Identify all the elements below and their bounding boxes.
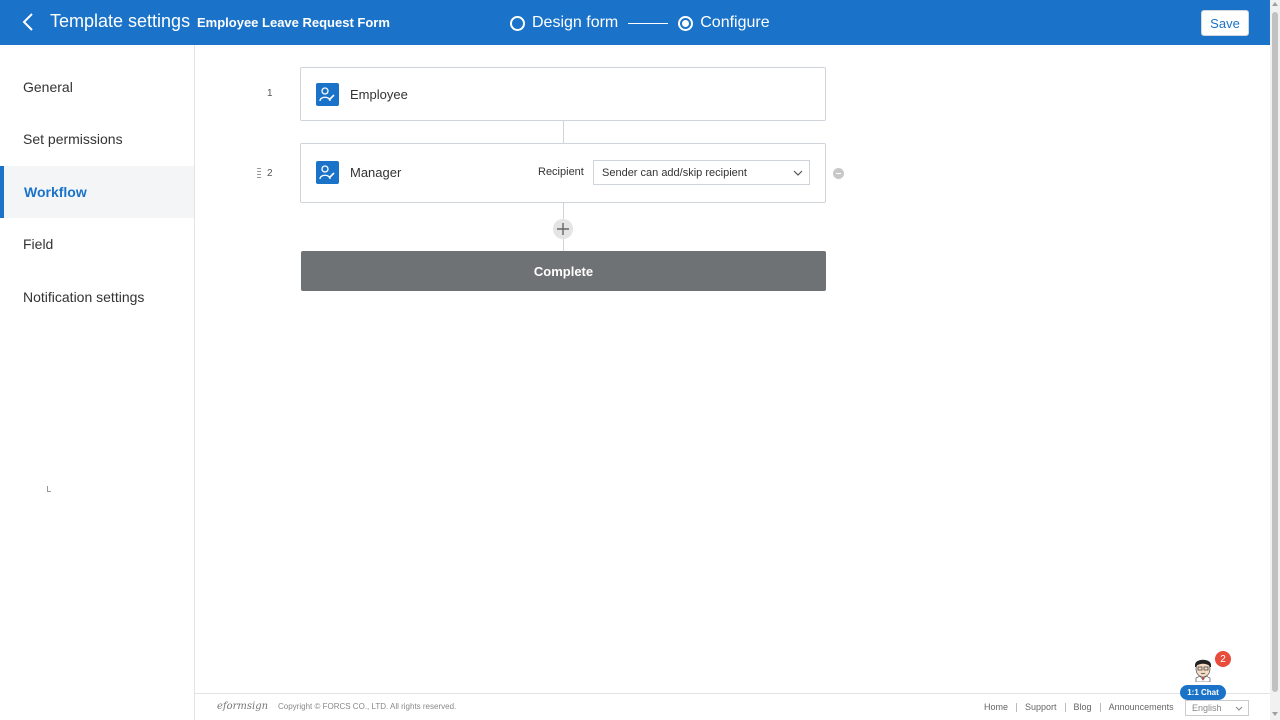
scroll-up-icon[interactable] bbox=[1272, 2, 1278, 6]
sidebar-item-workflow[interactable]: Workflow bbox=[0, 166, 194, 218]
step-number: 1 bbox=[267, 88, 273, 99]
recipient-select[interactable]: Sender can add/skip recipient bbox=[593, 160, 810, 185]
step-design-form[interactable]: Design form bbox=[510, 14, 618, 32]
chevron-down-icon bbox=[1235, 706, 1243, 711]
step-divider bbox=[628, 22, 669, 24]
drag-handle-icon[interactable] bbox=[257, 168, 261, 180]
language-select[interactable]: English bbox=[1185, 700, 1249, 716]
footer-link-support[interactable]: Support bbox=[1025, 702, 1057, 712]
step-label: Configure bbox=[700, 14, 770, 31]
radio-icon bbox=[510, 15, 525, 31]
footer-links: Home Support Blog Announcements bbox=[984, 702, 1174, 712]
workflow-area: 1 Employee 2 Manager Recipient Sender ca… bbox=[195, 45, 1270, 693]
chat-widget[interactable]: 2 1:1 Chat bbox=[1180, 650, 1231, 702]
save-button[interactable]: Save bbox=[1201, 10, 1249, 36]
chat-label: 1:1 Chat bbox=[1180, 685, 1226, 700]
chat-avatar-icon bbox=[1195, 659, 1211, 682]
workflow-step-manager[interactable]: Manager Recipient Sender can add/skip re… bbox=[300, 143, 826, 203]
footer-link-announcements[interactable]: Announcements bbox=[1109, 702, 1174, 712]
sidebar-item-general[interactable]: General bbox=[0, 61, 194, 113]
back-button[interactable] bbox=[18, 11, 40, 33]
page-title: Template settings bbox=[50, 11, 191, 31]
scroll-down-icon[interactable] bbox=[1272, 712, 1278, 716]
recipient-label: Recipient bbox=[538, 166, 584, 178]
sidebar: General Set permissions Workflow Field N… bbox=[0, 45, 195, 720]
step-name: Manager bbox=[350, 165, 402, 180]
step-indicator: Design form Configure bbox=[510, 12, 770, 34]
chevron-left-icon bbox=[22, 13, 33, 31]
footer: eformsign Copyright © FORCS CO., LTD. Al… bbox=[195, 693, 1270, 720]
user-edit-icon bbox=[316, 161, 339, 184]
complete-step[interactable]: Complete bbox=[301, 251, 826, 291]
sidebar-item-set-permissions[interactable]: Set permissions bbox=[0, 113, 194, 165]
footer-separator bbox=[1016, 702, 1018, 712]
step-configure[interactable]: Configure bbox=[678, 14, 770, 32]
plus-icon bbox=[557, 223, 569, 235]
copyright-text: Copyright © FORCS CO., LTD. All rights r… bbox=[278, 702, 457, 711]
step-name: Employee bbox=[350, 87, 408, 102]
remove-step-button[interactable] bbox=[833, 168, 844, 179]
user-edit-icon bbox=[316, 83, 339, 106]
sidebar-item-field[interactable]: Field bbox=[0, 218, 194, 270]
brand-logo: eformsign bbox=[217, 701, 269, 712]
scroll-thumb[interactable] bbox=[1272, 12, 1278, 692]
workflow-step-employee[interactable]: Employee bbox=[300, 67, 826, 121]
footer-link-home[interactable]: Home bbox=[984, 702, 1008, 712]
recipient-value: Sender can add/skip recipient bbox=[602, 166, 747, 179]
chat-badge: 2 bbox=[1215, 651, 1231, 667]
footer-separator bbox=[1099, 702, 1101, 712]
top-bar: Template settings Employee Leave Request… bbox=[0, 0, 1270, 45]
step-label: Design form bbox=[532, 14, 619, 31]
footer-link-blog[interactable]: Blog bbox=[1074, 702, 1092, 712]
step-connector bbox=[563, 121, 564, 143]
footer-separator bbox=[1064, 702, 1066, 712]
mouse-cursor bbox=[47, 486, 51, 492]
vertical-scrollbar[interactable] bbox=[1270, 0, 1280, 720]
form-name: Employee Leave Request Form bbox=[197, 15, 390, 30]
language-value: English bbox=[1192, 703, 1222, 713]
chevron-down-icon bbox=[793, 170, 803, 176]
step-number: 2 bbox=[267, 168, 273, 179]
add-step-button[interactable] bbox=[553, 219, 573, 239]
radio-selected-icon bbox=[678, 15, 694, 31]
sidebar-item-notification-settings[interactable]: Notification settings bbox=[0, 271, 194, 323]
